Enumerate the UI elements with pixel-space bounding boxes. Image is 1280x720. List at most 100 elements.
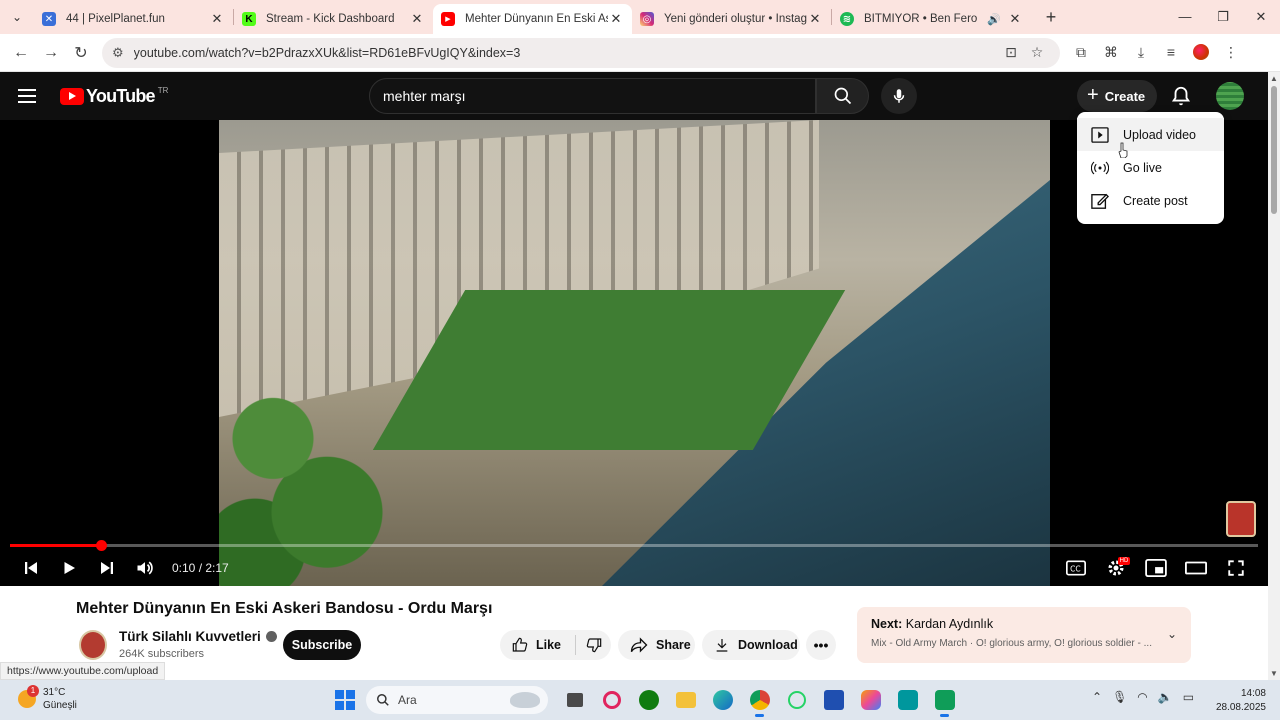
channel-watermark[interactable]	[1226, 501, 1256, 537]
video-frame[interactable]	[219, 120, 1050, 586]
subscribe-button[interactable]: Subscribe	[283, 630, 361, 660]
browser-menu-icon[interactable]: ⋮	[1216, 44, 1246, 61]
microphone-icon	[893, 89, 905, 103]
youtube-logo[interactable]: YouTube TR	[60, 86, 168, 107]
taskbar-app-whatsapp[interactable]	[778, 686, 815, 714]
windows-start-icon[interactable]	[335, 690, 355, 710]
guide-menu-icon[interactable]	[18, 89, 48, 103]
url-text[interactable]: youtube.com/watch?v=b2PdrazxXUk&list=RD6…	[134, 46, 998, 60]
chevron-down-icon[interactable]: ⌄	[1167, 627, 1177, 641]
browser-tab-instagram[interactable]: ◎ Yeni gönderi oluştur • Instagram ✕	[632, 4, 831, 34]
more-actions-button[interactable]: •••	[806, 630, 836, 660]
scrollbar-thumb[interactable]	[1271, 86, 1277, 214]
spotify-favicon-icon: ≋	[840, 12, 854, 26]
page-scrollbar[interactable]: ▲ ▼	[1268, 72, 1280, 680]
scroll-up-arrow-icon[interactable]: ▲	[1270, 74, 1278, 83]
bookmark-star-icon[interactable]: ☆	[1024, 44, 1050, 61]
speaker-icon[interactable]: 🔈	[1158, 690, 1173, 704]
menu-item-create-post[interactable]: Create post	[1077, 184, 1224, 217]
minimize-icon[interactable]: —	[1166, 9, 1204, 25]
scroll-down-arrow-icon[interactable]: ▼	[1270, 669, 1278, 678]
share-button[interactable]: Share	[618, 630, 695, 660]
downloads-icon[interactable]: ⤓	[1126, 44, 1156, 61]
tab-close-icon[interactable]: ✕	[807, 11, 823, 27]
notifications-bell-icon[interactable]	[1170, 85, 1192, 107]
tab-search-chevron-icon[interactable]: ⌄	[0, 0, 34, 34]
taskbar-clock[interactable]: 14:08 28.08.2025	[1210, 687, 1266, 715]
arduino-icon	[897, 690, 918, 710]
miniplayer-button[interactable]	[1136, 550, 1176, 586]
tray-overflow-chevron-icon[interactable]: ⌃	[1092, 690, 1102, 704]
channel-avatar[interactable]	[79, 630, 107, 660]
battery-icon[interactable]: ▭	[1183, 690, 1194, 704]
theater-mode-button[interactable]	[1176, 550, 1216, 586]
next-video-title: Next: Kardan Aydınlık	[871, 617, 1177, 631]
menu-item-go-live[interactable]: Go live	[1077, 151, 1224, 184]
back-button[interactable]: ←	[6, 38, 36, 68]
taskbar-app-task-view[interactable]	[556, 686, 593, 714]
previous-button[interactable]	[12, 550, 50, 586]
browser-tab-kick[interactable]: K Stream - Kick Dashboard ✕	[234, 4, 433, 34]
address-bar[interactable]: ⚙ youtube.com/watch?v=b2PdrazxXUk&list=R…	[102, 37, 1060, 68]
taskbar-app-opera[interactable]	[593, 686, 630, 714]
browser-tab-pixelplanet[interactable]: ✕ 44 | PixelPlanet.fun ✕	[34, 4, 233, 34]
video-title: Mehter Dünyanın En Eski Askeri Bandosu -…	[76, 600, 493, 617]
tab-close-icon[interactable]: ✕	[409, 11, 425, 27]
search-input[interactable]	[383, 88, 815, 104]
wifi-icon[interactable]: ◠	[1137, 690, 1147, 704]
new-tab-button[interactable]: +	[1037, 7, 1065, 28]
site-settings-icon[interactable]: ⚙	[112, 45, 124, 61]
media-controls-icon[interactable]: ≡	[1156, 44, 1186, 61]
next-video-subtitle: Mix - Old Army March · O! glorious army,…	[871, 638, 1152, 649]
taskbar-app-xbox[interactable]	[630, 686, 667, 714]
like-button[interactable]	[512, 637, 528, 653]
menu-item-label: Go live	[1123, 160, 1162, 175]
like-label[interactable]: Like	[536, 638, 561, 652]
taskbar-search[interactable]: Ara	[366, 686, 548, 714]
svg-text:CC: CC	[1070, 564, 1080, 573]
mute-button[interactable]	[126, 550, 164, 586]
windows-taskbar: 1 31°C Güneşli Ara ⌃ 🎙 ◠ 🔈 ▭ 14:08 28.08.…	[0, 680, 1280, 720]
microphone-tray-icon[interactable]: 🎙	[1112, 690, 1127, 704]
skip-previous-icon	[25, 562, 37, 574]
extensions-icon[interactable]: ⧉	[1066, 44, 1096, 61]
account-avatar[interactable]	[1216, 82, 1244, 110]
search-button[interactable]	[816, 78, 869, 114]
weather-widget[interactable]: 1 31°C Güneşli	[18, 685, 77, 712]
taskbar-app-chrome[interactable]	[741, 686, 778, 717]
tab-audio-icon[interactable]: 🔊	[987, 13, 1001, 26]
download-button[interactable]: Download	[702, 630, 800, 660]
subtitles-button[interactable]: CC	[1056, 550, 1096, 586]
close-window-icon[interactable]: ✕	[1242, 9, 1280, 25]
forward-button[interactable]: →	[36, 38, 66, 68]
dislike-button[interactable]	[586, 637, 602, 653]
translate-icon[interactable]: ⌘	[1096, 44, 1126, 61]
progress-bar[interactable]	[10, 540, 1258, 551]
next-button[interactable]	[88, 550, 126, 586]
taskbar-app-edge[interactable]	[704, 686, 741, 714]
restore-icon[interactable]: ❐	[1204, 9, 1242, 25]
fullscreen-button[interactable]	[1216, 550, 1256, 586]
create-button[interactable]: + Create	[1077, 80, 1157, 112]
voice-search-button[interactable]	[881, 78, 917, 114]
search-box[interactable]	[369, 78, 816, 114]
up-next-card[interactable]: Next: Kardan Aydınlık Mix - Old Army Mar…	[857, 607, 1191, 663]
install-app-icon[interactable]: ⊡	[998, 44, 1024, 61]
taskbar-app-arduino[interactable]	[889, 686, 926, 714]
taskbar-app-kick[interactable]	[926, 686, 963, 717]
tab-close-icon[interactable]: ✕	[209, 11, 225, 27]
closed-captions-icon: CC	[1066, 560, 1086, 576]
settings-button[interactable]: HD	[1096, 550, 1136, 586]
browser-tab-spotify[interactable]: ≋ BİTMİYOR • Ben Fero 🔊 ✕	[832, 4, 1031, 34]
profile-avatar[interactable]	[1193, 44, 1209, 60]
channel-name[interactable]: Türk Silahlı Kuvvetleri	[119, 629, 277, 644]
tab-close-icon[interactable]: ✕	[608, 11, 624, 27]
taskbar-app-store[interactable]	[815, 686, 852, 714]
tab-close-icon[interactable]: ✕	[1007, 11, 1023, 27]
taskbar-app-copilot[interactable]	[852, 686, 889, 714]
reload-button[interactable]: ↻	[66, 38, 96, 68]
menu-item-upload-video[interactable]: Upload video	[1077, 118, 1224, 151]
taskbar-app-explorer[interactable]	[667, 686, 704, 714]
play-button[interactable]	[50, 550, 88, 586]
browser-tab-youtube[interactable]: ▶ Mehter Dünyanın En Eski Askeri ✕	[433, 4, 632, 34]
